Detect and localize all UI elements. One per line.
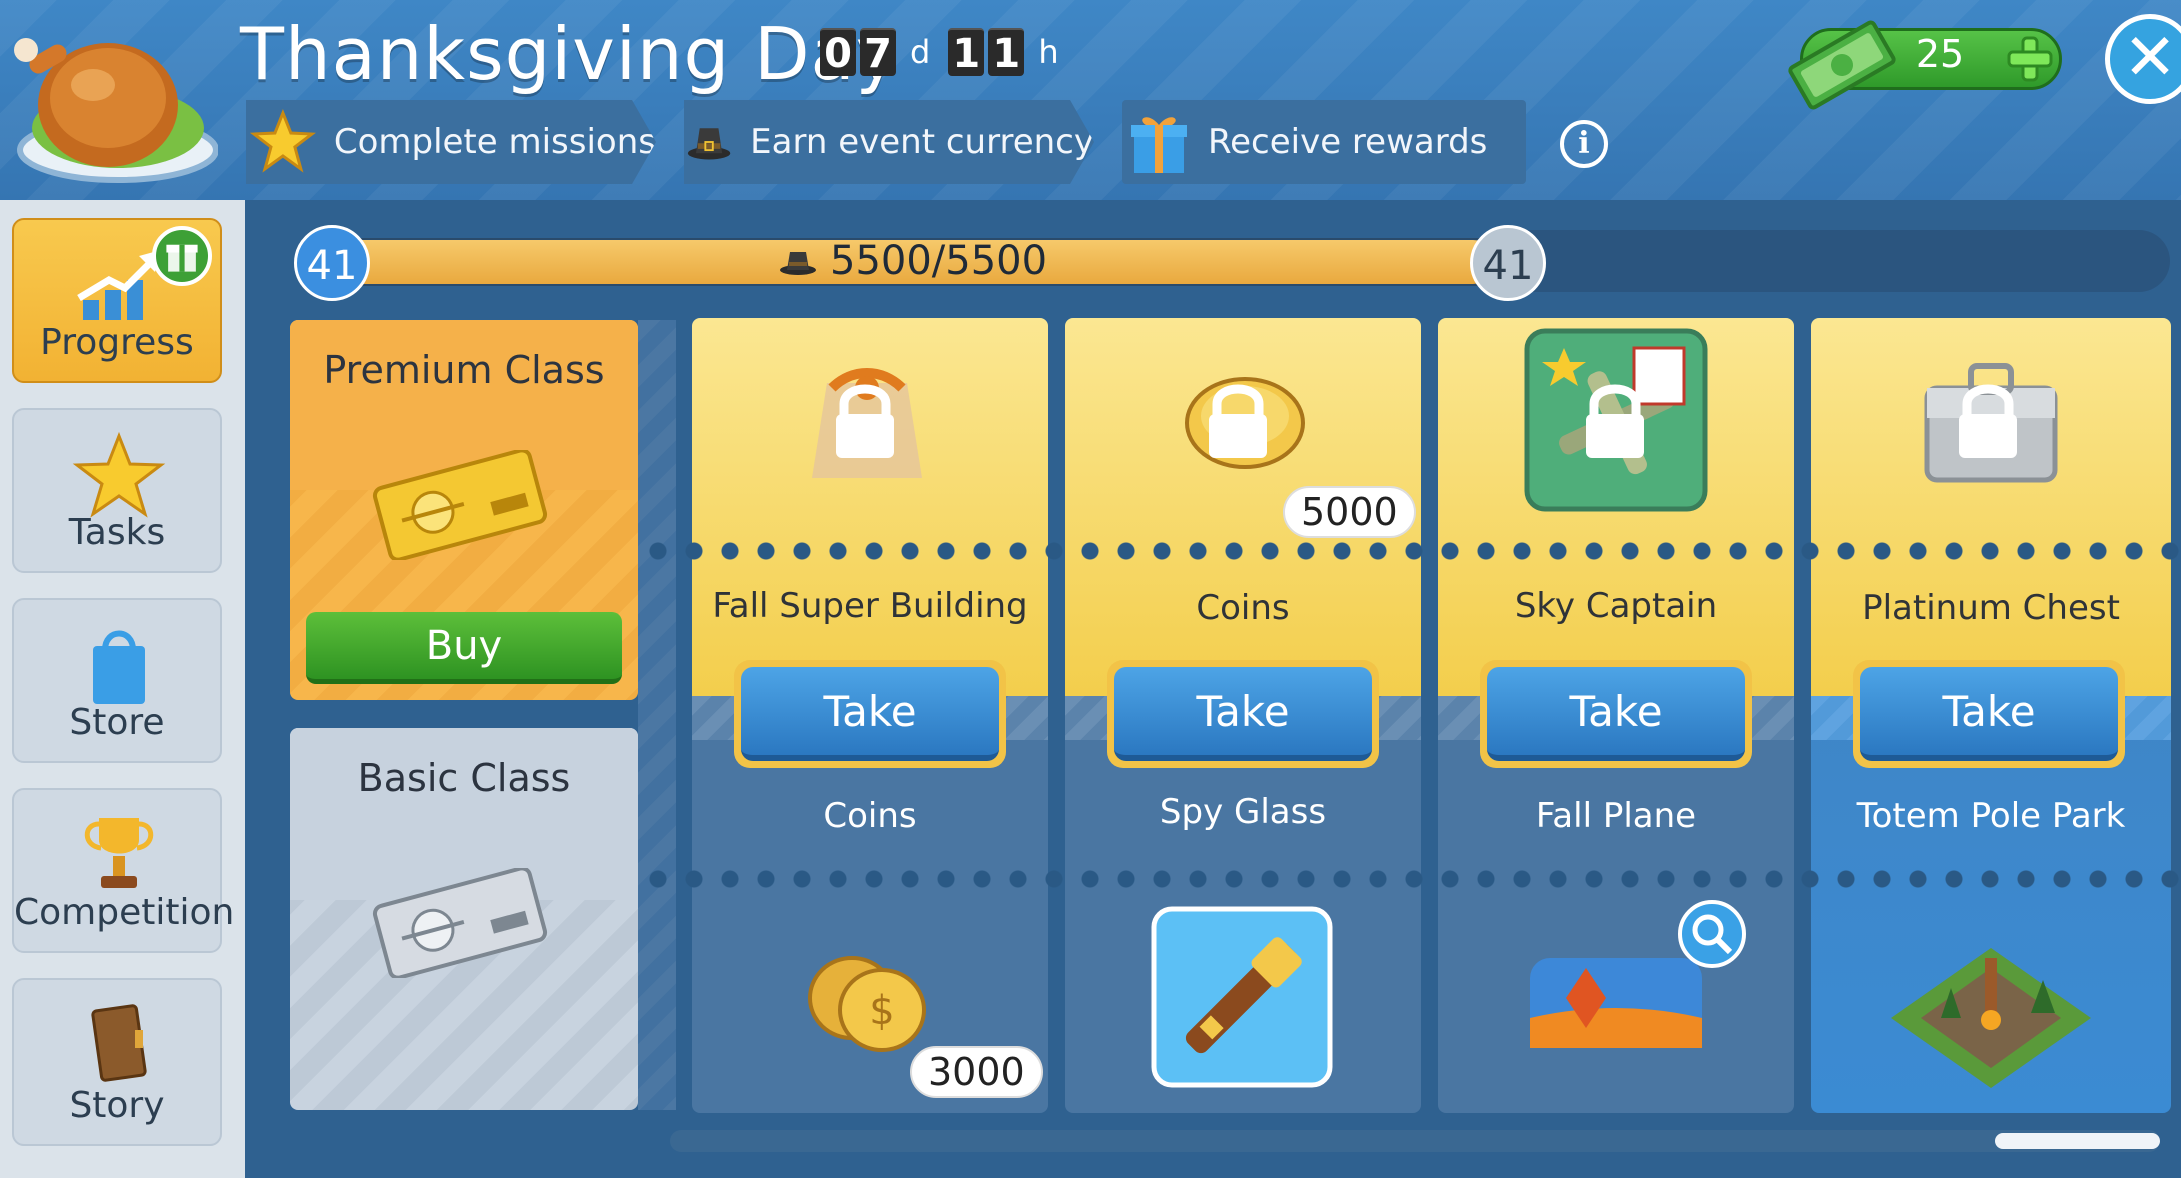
sidebar-item-label: Progress [40, 322, 194, 363]
shopping-bag-icon [93, 630, 145, 704]
step-label: Receive rewards [1208, 122, 1488, 162]
premium-reward-name: Platinum Chest [1862, 588, 2120, 628]
premium-reward-amount: 5000 [1283, 486, 1416, 538]
cash-amount: 25 [1915, 32, 1965, 76]
scrollbar-thumb[interactable] [1995, 1133, 2160, 1149]
horizontal-scrollbar[interactable] [670, 1130, 2160, 1152]
spyglass-icon [1151, 906, 1333, 1088]
svg-text:$: $ [869, 988, 894, 1034]
take-button[interactable]: Take [1107, 660, 1379, 768]
take-button-label: Take [1860, 667, 2118, 761]
gift-icon [152, 226, 212, 286]
totem-pole-park-icon [1891, 948, 2091, 1088]
step-receive-rewards: Receive rewards [1122, 100, 1526, 184]
lock-icon [1959, 384, 2017, 458]
sidebar-item-label: Competition [14, 892, 235, 933]
lane-separator [638, 320, 676, 1110]
progress-value: 5500/5500 [830, 238, 1048, 284]
pilgrim-hat-icon [780, 252, 816, 275]
basic-class-card: Basic Class [290, 728, 638, 1110]
take-button[interactable]: Take [1853, 660, 2125, 768]
coins-icon: $ [808, 956, 926, 1052]
add-cash-icon[interactable] [2005, 34, 2055, 84]
sidebar-item-label: Store [69, 702, 165, 743]
step-label: Complete missions [333, 122, 656, 162]
progress-track-rest [1480, 230, 2170, 292]
sidebar-item-tasks[interactable]: Tasks [12, 408, 222, 573]
premium-reward-name: Fall Super Building [712, 586, 1028, 626]
event-title: Thanksgiving Day [240, 12, 900, 96]
take-button[interactable]: Take [734, 660, 1006, 768]
trophy-icon [84, 818, 154, 888]
take-button-label: Take [1114, 667, 1372, 761]
lock-icon [1586, 384, 1644, 458]
basic-track-dots [640, 870, 2181, 888]
turkey-icon [14, 38, 218, 183]
timer-hours-unit: h [1038, 33, 1059, 71]
basic-reward-amount: 3000 [910, 1046, 1043, 1098]
info-button[interactable]: i [1560, 120, 1608, 168]
preview-button[interactable] [1678, 900, 1746, 968]
star-icon [250, 109, 316, 175]
sidebar-item-label: Tasks [68, 512, 166, 553]
timer-digit: 7 [860, 28, 896, 77]
basic-reward-name: Coins [823, 796, 917, 836]
premium-reward-name: Sky Captain [1514, 586, 1718, 626]
step-complete-missions: Complete missions [246, 100, 656, 184]
level-right-badge: 41 [1470, 225, 1546, 301]
sidebar-item-store[interactable]: Store [12, 598, 222, 763]
timer-digit: 0 [820, 28, 856, 77]
take-button-label: Take [741, 667, 999, 761]
step-earn-currency: Earn event currency [684, 100, 1094, 184]
cash-icon [1788, 20, 1896, 110]
gift-box-icon [1131, 117, 1187, 173]
take-button-label: Take [1487, 667, 1745, 761]
basic-reward-name: Fall Plane [1535, 796, 1697, 836]
basic-reward-name: Totem Pole Park [1856, 796, 2126, 836]
take-button[interactable]: Take [1480, 660, 1752, 768]
timer-digit: 1 [988, 28, 1025, 77]
level-left-badge: 41 [294, 225, 370, 301]
premium-class-card: Premium Class Buy [290, 320, 638, 700]
premium-class-title: Premium Class [323, 348, 605, 392]
event-timer: 0 7 d 1 1 h [820, 28, 1073, 77]
magnifier-icon [1692, 914, 1733, 955]
book-icon [91, 1004, 147, 1082]
timer-digit: 1 [948, 28, 985, 77]
silver-ticket-icon [372, 868, 548, 978]
basic-class-title: Basic Class [357, 756, 571, 800]
basic-reward-name: Spy Glass [1159, 792, 1327, 832]
buy-premium-button[interactable]: Buy [306, 612, 622, 684]
sidebar-item-label: Story [69, 1085, 165, 1126]
pilgrim-hat-icon [686, 112, 732, 172]
premium-reward-name: Coins [1196, 588, 1290, 628]
fall-plane-icon [1530, 958, 1702, 1048]
event-window: Thanksgiving Day 0 7 d 1 1 h Complete mi… [0, 0, 2181, 1178]
lock-icon [1209, 384, 1267, 458]
premium-track-dots [640, 542, 2181, 560]
gold-ticket-icon [372, 450, 548, 560]
sidebar-item-story[interactable]: Story [12, 978, 222, 1146]
star-icon [72, 431, 166, 518]
lock-icon [836, 384, 894, 458]
sidebar-item-competition[interactable]: Competition [12, 788, 235, 953]
timer-days-unit: d [910, 33, 931, 71]
step-label: Earn event currency [750, 122, 1094, 162]
